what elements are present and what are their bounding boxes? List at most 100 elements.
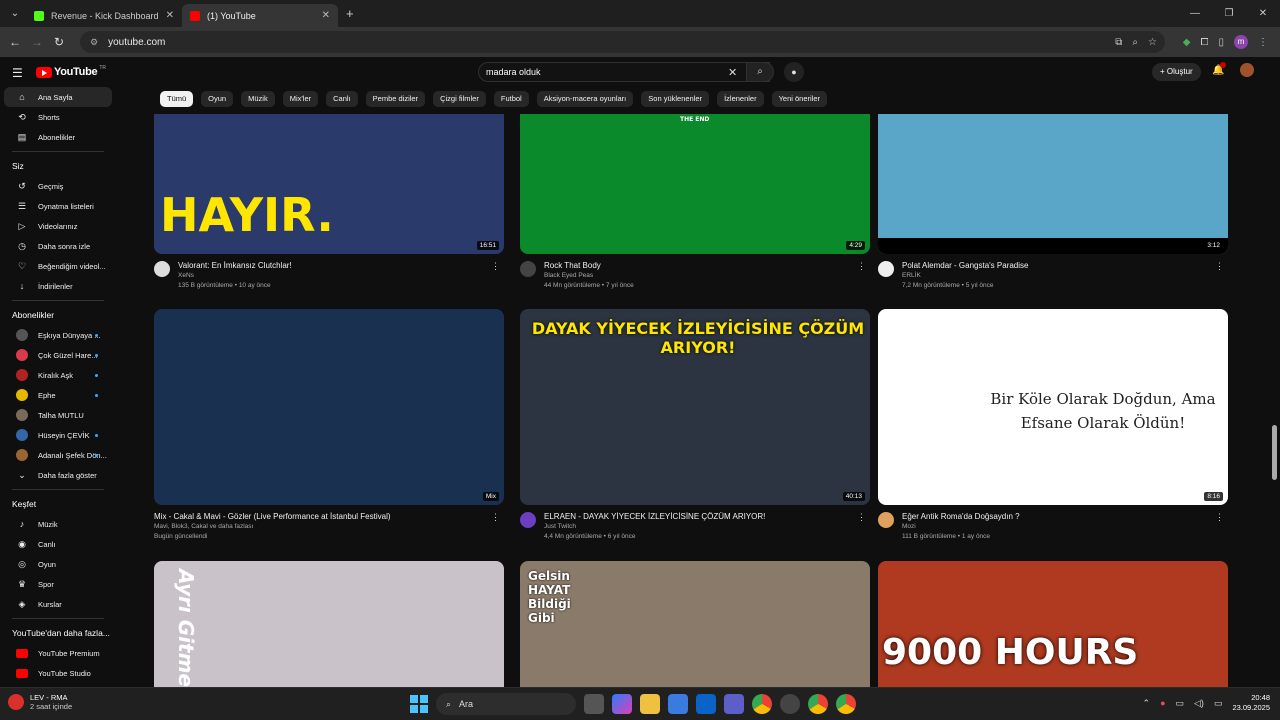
video-title[interactable]: Polat Alemdar - Gangsta's Paradise — [902, 261, 1028, 270]
filter-chip[interactable]: Yeni öneriler — [771, 91, 828, 107]
filter-chip[interactable]: Tümü — [160, 91, 194, 107]
subscription-item[interactable]: Kiralık Aşk — [4, 365, 112, 385]
sidebar-item[interactable]: ◈ Kurslar — [4, 594, 112, 614]
video-thumbnail[interactable]: Ayrı Gitme — [154, 561, 504, 687]
create-button[interactable]: + Oluştur — [1152, 63, 1201, 81]
volume-icon[interactable]: ◁) — [1194, 698, 1204, 709]
sidebar-item[interactable]: ⌄ Daha fazla göster — [4, 465, 112, 485]
video-title[interactable]: ELRAEN - DAYAK YİYECEK İZLEYİCİSİNE ÇÖZÜ… — [544, 512, 765, 521]
filter-chip[interactable]: Canlı — [326, 91, 358, 107]
tab-search-icon[interactable]: ⌄ — [4, 4, 26, 24]
channel-avatar[interactable] — [520, 512, 536, 528]
install-icon[interactable]: ⧉ — [1115, 37, 1122, 48]
forward-icon[interactable]: → — [26, 35, 48, 49]
subscription-item[interactable]: Talha MUTLU — [4, 405, 112, 425]
channel-name[interactable]: Mozi — [902, 523, 916, 530]
back-icon[interactable]: ← — [4, 35, 26, 49]
teams-icon[interactable] — [724, 694, 744, 714]
sidebar-item[interactable]: ♪ Müzik — [4, 514, 112, 534]
video-thumbnail[interactable]: DAYAK YİYECEK İZLEYİCİSİNE ÇÖZÜM ARIYOR!… — [520, 309, 870, 505]
channel-avatar[interactable] — [878, 261, 894, 277]
channel-name[interactable]: Just Twitch — [544, 523, 576, 530]
filter-chip[interactable]: Müzik — [241, 91, 275, 107]
more-actions-icon[interactable]: ⋮ — [857, 261, 866, 272]
channel-name[interactable]: ERLİK — [902, 272, 921, 279]
filter-chip[interactable]: Futbol — [493, 91, 529, 107]
channel-name[interactable]: Mavi, Blok3, Cakal ve daha fazlası — [154, 523, 253, 530]
subscription-item[interactable]: Ephe — [4, 385, 112, 405]
tab-youtube[interactable]: (1) YouTube ✕ — [182, 4, 338, 27]
maximize-icon[interactable]: ❐ — [1212, 8, 1246, 19]
subscription-item[interactable]: Eşkıya Dünyaya ... — [4, 325, 112, 345]
video-title[interactable]: Eğer Antik Roma'da Doğsaydın ? — [902, 512, 1020, 521]
chrome-profile-icon[interactable] — [836, 694, 856, 714]
sidebar-item[interactable]: ⟲ Shorts — [4, 107, 112, 127]
reload-icon[interactable]: ↻ — [48, 35, 70, 49]
side-panel-icon[interactable]: ▯ — [1218, 37, 1224, 48]
channel-avatar[interactable] — [154, 261, 170, 277]
filter-chip[interactable]: Oyun — [201, 91, 234, 107]
voice-search-button[interactable]: ● — [784, 62, 804, 82]
chrome-icon-2[interactable] — [808, 694, 828, 714]
tray-mic-icon[interactable]: ● — [1160, 698, 1165, 708]
video-thumbnail[interactable]: HAYIR. 16:51 — [154, 114, 504, 254]
taskbar-search[interactable]: ⌕ Ara — [436, 693, 576, 715]
page-scrollbar[interactable] — [1270, 57, 1280, 687]
address-bar[interactable]: ⚙ youtube.com ⧉ ⌕ ☆ — [80, 31, 1165, 53]
file-explorer-icon[interactable] — [640, 694, 660, 714]
tab-kick-dashboard[interactable]: Revenue - Kick Dashboard ✕ — [26, 4, 182, 27]
sidebar-item[interactable]: YouTube Premium — [4, 643, 112, 663]
sidebar-item[interactable]: ↺ Geçmiş — [4, 176, 112, 196]
sidebar-item[interactable]: ▤ Abonelikler — [4, 127, 112, 147]
filter-chip[interactable]: Mix'ler — [282, 91, 319, 107]
sidebar-more-youtube-header[interactable]: YouTube'dan daha fazla... — [0, 623, 116, 643]
zoom-icon[interactable]: ⌕ — [1132, 37, 1138, 48]
sidebar-item[interactable]: ♛ Spor — [4, 574, 112, 594]
minimize-icon[interactable]: — — [1178, 8, 1212, 19]
video-thumbnail[interactable]: 9000 HOURS — [878, 561, 1228, 687]
clear-search-icon[interactable]: ✕ — [728, 66, 737, 79]
extensions-puzzle-icon[interactable]: ⧠ — [1200, 37, 1208, 48]
site-info-icon[interactable]: ⚙ — [90, 37, 98, 48]
channel-name[interactable]: XeNs — [178, 272, 194, 279]
chrome-icon[interactable] — [752, 694, 772, 714]
channel-avatar[interactable] — [878, 512, 894, 528]
filter-chip[interactable]: İzlenenler — [717, 91, 764, 107]
video-thumbnail[interactable]: 3:12 — [878, 114, 1228, 254]
close-tab-icon[interactable]: ✕ — [322, 10, 330, 21]
more-actions-icon[interactable]: ⋮ — [491, 261, 500, 272]
sidebar-item[interactable]: ♡ Beğendiğim videol... — [4, 256, 112, 276]
new-tab-icon[interactable]: + — [346, 6, 354, 21]
video-title[interactable]: Rock That Body — [544, 261, 601, 270]
sidebar-item[interactable]: ◎ Oyun — [4, 554, 112, 574]
system-clock[interactable]: 20:48 23.09.2025 — [1232, 693, 1270, 713]
sidebar-item[interactable]: ▷ Videolarınız — [4, 216, 112, 236]
sidebar-item[interactable]: YouTube Studio — [4, 663, 112, 683]
search-button[interactable]: ⌕ — [746, 62, 774, 82]
menu-icon[interactable]: ☰ — [12, 66, 23, 80]
outlook-icon[interactable] — [696, 694, 716, 714]
scrollbar-thumb[interactable] — [1272, 425, 1277, 480]
filter-chip[interactable]: Çizgi filmler — [433, 91, 486, 107]
network-icon[interactable]: ▭ — [1176, 698, 1185, 709]
sidebar-explore-header[interactable]: Keşfet — [0, 494, 116, 514]
windows-start-icon[interactable] — [410, 695, 428, 713]
profile-avatar[interactable]: m — [1234, 35, 1248, 49]
youtube-logo[interactable]: YouTube TR — [36, 65, 106, 78]
filter-chip[interactable]: Pembe diziler — [365, 91, 426, 107]
tray-chevron-icon[interactable]: ⌃ — [1143, 698, 1151, 709]
subscription-item[interactable]: Hüseyin ÇEVİK — [4, 425, 112, 445]
video-thumbnail[interactable]: Gelsin HAYAT Bildiği Gibi — [520, 561, 870, 687]
browser-menu-icon[interactable]: ⋮ — [1258, 37, 1268, 48]
subscription-item[interactable]: Adanalı Şefek Dön... — [4, 445, 112, 465]
close-tab-icon[interactable]: ✕ — [166, 10, 174, 21]
sidebar-item[interactable]: ◷ Daha sonra izle — [4, 236, 112, 256]
copilot-icon[interactable] — [612, 694, 632, 714]
filter-chip[interactable]: Son yüklenenler — [641, 91, 710, 107]
weather-widget[interactable]: LEV - RMA 2 saat içinde — [8, 693, 72, 711]
video-thumbnail[interactable]: THE END 4:29 — [520, 114, 870, 254]
more-actions-icon[interactable]: ⋮ — [1215, 512, 1224, 523]
task-view-icon[interactable] — [584, 694, 604, 714]
more-actions-icon[interactable]: ⋮ — [857, 512, 866, 523]
more-actions-icon[interactable]: ⋮ — [1215, 261, 1224, 272]
